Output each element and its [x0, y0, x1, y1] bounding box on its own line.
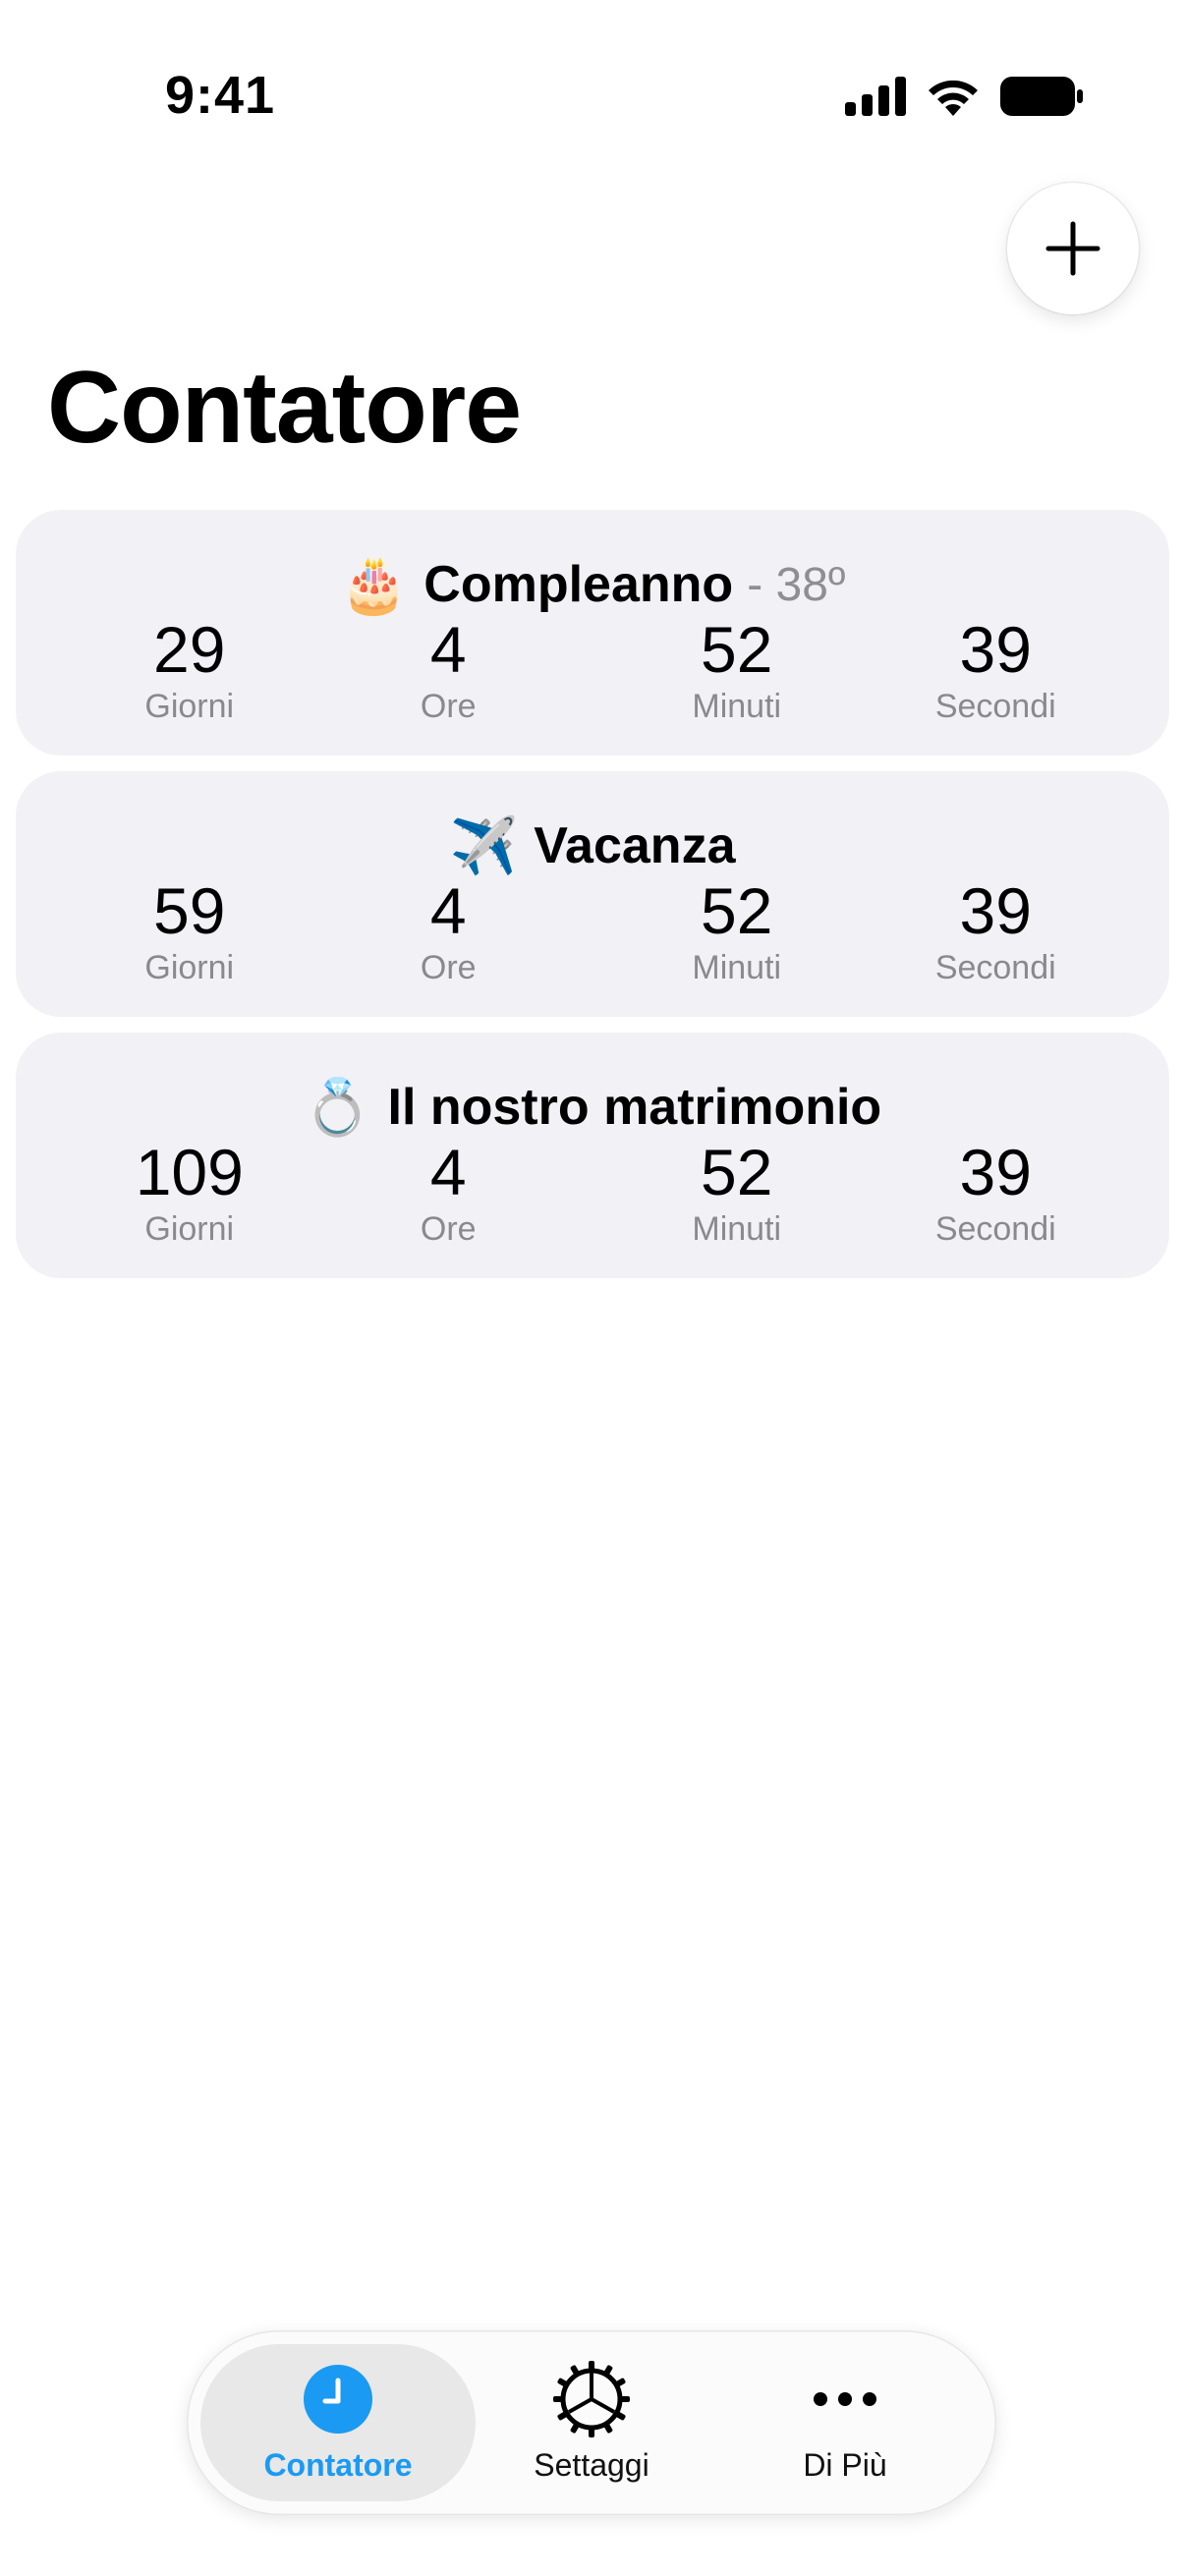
minutes-value: 52 [701, 874, 773, 947]
countdown-units: 109 Giorni 4 Ore 52 Minuti 39 Secondi [16, 1137, 1169, 1249]
hours-label: Ore [420, 687, 477, 725]
tab-di-piu[interactable]: Di Più [707, 2344, 983, 2501]
tab-label: Settaggi [534, 2446, 649, 2483]
status-icons [845, 73, 1083, 120]
add-counter-button[interactable] [1007, 183, 1139, 314]
card-title: Vacanza [534, 817, 736, 874]
days-value: 29 [153, 613, 226, 686]
counter-list: 🎂 Compleanno - 38º 29 Giorni 4 Ore 52 Mi… [16, 510, 1169, 1278]
days-value: 109 [135, 1136, 244, 1208]
tab-label: Contatore [263, 2446, 413, 2483]
minutes-label: Minuti [692, 948, 782, 986]
days-label: Giorni [144, 687, 235, 725]
days-label: Giorni [144, 948, 235, 986]
seconds-value: 39 [959, 874, 1032, 947]
days-value: 59 [153, 874, 226, 947]
plus-icon [1045, 221, 1100, 276]
minutes-label: Minuti [692, 1209, 782, 1248]
seconds-label: Secondi [934, 687, 1056, 725]
wifi-icon [929, 80, 978, 116]
counter-card-vacation[interactable]: ✈️ Vacanza 59 Giorni 4 Ore 52 Minuti 39 … [16, 771, 1169, 1017]
days-unit: 109 Giorni [16, 1137, 305, 1249]
seconds-unit: 39 Secondi [881, 875, 1170, 987]
tab-settaggi[interactable]: Settaggi [454, 2344, 729, 2501]
hours-value: 4 [429, 1136, 467, 1208]
airplane-icon: ✈️ [449, 814, 519, 876]
card-age-suffix: - 38º [747, 558, 846, 611]
hours-value: 4 [429, 874, 467, 947]
ellipsis-icon [811, 2363, 879, 2436]
hours-unit: 4 Ore [305, 614, 593, 726]
days-unit: 59 Giorni [16, 875, 305, 987]
status-time: 9:41 [165, 66, 276, 125]
minutes-value: 52 [701, 1136, 773, 1208]
battery-icon [1000, 77, 1083, 116]
gear-icon [553, 2360, 630, 2437]
hours-label: Ore [420, 948, 477, 986]
hours-unit: 4 Ore [305, 875, 593, 987]
days-label: Giorni [144, 1209, 235, 1248]
seconds-label: Secondi [934, 1209, 1056, 1248]
cellular-signal-icon [845, 77, 906, 116]
hours-label: Ore [420, 1209, 477, 1248]
ring-icon: 💍 [303, 1076, 372, 1138]
counter-card-wedding[interactable]: 💍 Il nostro matrimonio 109 Giorni 4 Ore … [16, 1033, 1169, 1278]
seconds-value: 39 [959, 1136, 1032, 1208]
clock-icon [304, 2363, 372, 2436]
days-unit: 29 Giorni [16, 614, 305, 726]
seconds-value: 39 [959, 613, 1032, 686]
seconds-label: Secondi [934, 948, 1056, 986]
minutes-unit: 52 Minuti [592, 1137, 881, 1249]
countdown-units: 29 Giorni 4 Ore 52 Minuti 39 Secondi [16, 614, 1169, 726]
card-title: Il nostro matrimonio [387, 1079, 882, 1136]
page-title: Contatore [47, 351, 522, 465]
hours-unit: 4 Ore [305, 1137, 593, 1249]
tab-bar: Contatore Settaggi Di Più [187, 2330, 996, 2515]
tab-label: Di Più [803, 2446, 887, 2483]
countdown-units: 59 Giorni 4 Ore 52 Minuti 39 Secondi [16, 875, 1169, 987]
minutes-unit: 52 Minuti [592, 614, 881, 726]
status-bar: 9:41 [0, 0, 1185, 187]
birthday-cake-icon: 🎂 [339, 553, 409, 615]
seconds-unit: 39 Secondi [881, 1137, 1170, 1249]
minutes-unit: 52 Minuti [592, 875, 881, 987]
card-title: Compleanno [423, 556, 734, 613]
seconds-unit: 39 Secondi [881, 614, 1170, 726]
hours-value: 4 [429, 613, 467, 686]
counter-card-birthday[interactable]: 🎂 Compleanno - 38º 29 Giorni 4 Ore 52 Mi… [16, 510, 1169, 756]
tab-contatore[interactable]: Contatore [200, 2344, 476, 2501]
minutes-label: Minuti [692, 687, 782, 725]
minutes-value: 52 [701, 613, 773, 686]
